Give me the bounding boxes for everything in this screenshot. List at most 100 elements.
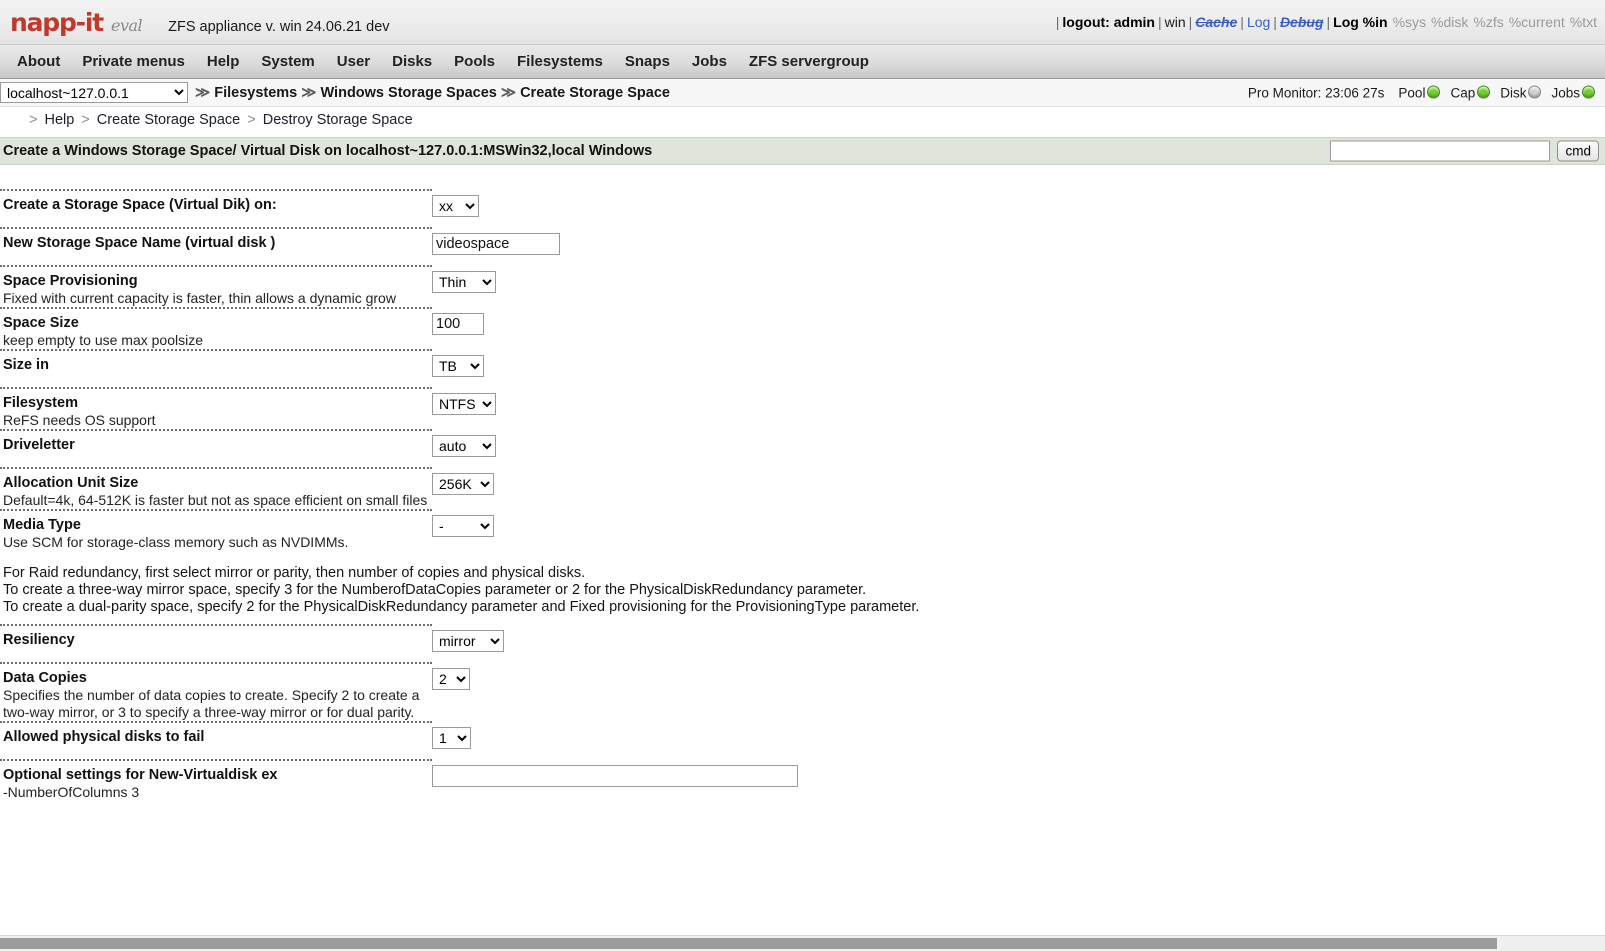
select-allocation-unit-size[interactable]: 4K64K256K512K <box>432 473 494 495</box>
form-row: FilesystemReFS needs OS supportNTFSReFS <box>0 387 1605 429</box>
form-row: Data Copies Specifies the number of data … <box>0 662 1605 721</box>
menu-item-system[interactable]: System <box>250 53 325 70</box>
select-media-type[interactable]: -SCMSSDHDD <box>432 515 494 537</box>
menu-item-help[interactable]: Help <box>196 53 251 70</box>
sub-breadcrumb-destroy-storage-space[interactable]: Destroy Storage Space <box>263 112 413 128</box>
main-menu-bar: About Private menus Help System User Disks Poo… <box>0 45 1605 79</box>
pipe-separator: | <box>1240 14 1244 30</box>
menu-item-filesystems[interactable]: Filesystems <box>506 53 614 70</box>
menu-item-disks[interactable]: Disks <box>381 53 443 70</box>
form-label: Space Size <box>3 315 79 331</box>
current-link[interactable]: %current <box>1509 14 1565 30</box>
form-row: Space Provisioning Fixed with current cap… <box>0 265 1605 307</box>
log-in-link[interactable]: Log %in <box>1333 14 1387 30</box>
disk-link[interactable]: %disk <box>1431 14 1468 30</box>
select-filesystem[interactable]: NTFSReFS <box>432 393 496 415</box>
status-led-icon <box>1427 85 1441 98</box>
txt-link[interactable]: %txt <box>1570 14 1597 30</box>
form-hint: Fixed with current capacity is faster, t… <box>3 290 396 306</box>
status-jobs[interactable]: Jobs <box>1551 85 1595 100</box>
input-space-size[interactable] <box>432 313 484 335</box>
form-hint: two-way mirror, or 3 to specify a three-… <box>3 704 415 720</box>
status-led-icon <box>1477 85 1491 98</box>
form-field-cell: xx <box>432 189 1605 217</box>
menu-item-user[interactable]: User <box>326 53 381 70</box>
select-size-in[interactable]: TBGBMB <box>432 355 484 377</box>
page-title: Create a Windows Storage Space/ Virtual … <box>3 143 653 159</box>
scrollbar-thumb[interactable] <box>0 938 1497 949</box>
form-field-cell: ThinFixed <box>432 265 1605 293</box>
log-link[interactable]: Log <box>1247 14 1270 30</box>
select-allowed-physical-disks-to-fail[interactable]: 12 <box>432 727 471 749</box>
sub-breadcrumb-separator: > <box>29 111 38 128</box>
status-label: Pool <box>1398 85 1426 100</box>
cmd-button[interactable]: cmd <box>1557 140 1599 162</box>
form-hint: ReFS needs OS support <box>3 412 156 428</box>
form-label-cell: Filesystem ReFS needs OS support <box>0 387 432 429</box>
logo-wrap: napp-it eval ZFS appliance v. win 24.06.… <box>0 8 390 37</box>
sub-breadcrumb-create-storage-space[interactable]: Create Storage Space <box>97 112 240 128</box>
note-line: To create a three-way mirror space, spec… <box>3 582 867 598</box>
status-led-icon <box>1582 85 1595 98</box>
form-row: Resiliency mirrorparitysimple <box>0 624 1605 662</box>
select-driveletter[interactable]: auto <box>432 435 496 457</box>
form-field-cell <box>432 307 1605 335</box>
menu-item-snaps[interactable]: Snaps <box>614 53 681 70</box>
status-cap[interactable]: Cap <box>1450 85 1491 100</box>
menu-item-private-menus[interactable]: Private menus <box>71 53 196 70</box>
horizontal-scrollbar[interactable] <box>0 935 1605 951</box>
status-label: Jobs <box>1551 85 1580 100</box>
input-new-storage-space-name-virtual-disk[interactable] <box>432 233 560 255</box>
breadcrumb-link-2[interactable]: Windows Storage Spaces <box>321 85 501 101</box>
form-label-cell: Resiliency <box>0 624 432 662</box>
menu-item-pools[interactable]: Pools <box>443 53 506 70</box>
cache-link[interactable]: Cache <box>1195 14 1237 30</box>
debug-link[interactable]: Debug <box>1280 14 1324 30</box>
logo-eval-badge: eval <box>110 15 143 35</box>
page-title-bar: Create a Windows Storage Space/ Virtual … <box>0 137 1605 165</box>
sub-breadcrumb-help[interactable]: Help <box>44 112 74 128</box>
input-optional-settings-for-new-virtualdisk-ex[interactable] <box>432 765 798 787</box>
zfs-link[interactable]: %zfs <box>1473 14 1503 30</box>
form-row: New Storage Space Name (virtual disk ) <box>0 227 1605 265</box>
breadcrumb-link-1[interactable]: Filesystems <box>214 85 301 101</box>
breadcrumb-arrow-icon: ≫ <box>195 84 215 101</box>
sys-link[interactable]: %sys <box>1393 14 1426 30</box>
cmd-controls: cmd <box>1330 140 1599 162</box>
pipe-separator: | <box>1157 14 1162 30</box>
form-field-cell: 123 <box>432 662 1605 690</box>
menu-item-jobs[interactable]: Jobs <box>681 53 738 70</box>
app-header: napp-it eval ZFS appliance v. win 24.06.… <box>0 0 1605 45</box>
create-storage-space-form: Create a Storage Space (Virtual Dik) on:… <box>0 165 1605 801</box>
form-label-cell: New Storage Space Name (virtual disk ) <box>0 227 432 265</box>
win-link[interactable]: win <box>1165 14 1186 30</box>
host-select[interactable]: localhost~127.0.0.1 <box>0 82 188 103</box>
form-label-cell: Data Copies Specifies the number of data … <box>0 662 432 721</box>
menu-item-zfs-servergroup[interactable]: ZFS servergroup <box>738 53 880 70</box>
select-resiliency[interactable]: mirrorparitysimple <box>432 630 504 652</box>
pipe-separator: | <box>1055 14 1060 30</box>
form-field-cell: 12 <box>432 721 1605 749</box>
form-label-cell: Allocation Unit Size Default=4k, 64-512K … <box>0 467 432 509</box>
cmd-input[interactable] <box>1330 140 1551 162</box>
note-line: To create a dual-parity space, specify 2… <box>3 599 920 615</box>
form-label: Create a Storage Space (Virtual Dik) on: <box>3 197 277 213</box>
form-label-cell: Media Type Use SCM for storage-class memo… <box>0 509 432 551</box>
status-pool[interactable]: Pool <box>1398 85 1441 100</box>
form-row: Driveletter auto <box>0 429 1605 467</box>
select-create-a-storage-space-virtual-dik-on[interactable]: xx <box>432 195 479 217</box>
form-field-cell: -SCMSSDHDD <box>432 509 1605 537</box>
pro-monitor-status: Pro Monitor: 23:06 27s Pool Cap Disk Jobs <box>1248 85 1595 100</box>
status-disk[interactable]: Disk <box>1500 85 1542 100</box>
menu-item-about[interactable]: About <box>6 53 71 70</box>
form-row: Size in TBGBMB <box>0 349 1605 387</box>
form-label-cell: Space Provisioning Fixed with current cap… <box>0 265 432 307</box>
logout-link[interactable]: logout: admin <box>1062 14 1155 30</box>
select-space-provisioning[interactable]: ThinFixed <box>432 271 496 293</box>
form-row: Create a Storage Space (Virtual Dik) on:… <box>0 189 1605 227</box>
select-data-copies[interactable]: 123 <box>432 668 470 690</box>
form-label: Allocation Unit Size <box>3 475 139 491</box>
breadcrumb-link-3[interactable]: Create Storage Space <box>520 85 670 101</box>
form-label: Space Provisioning <box>3 273 138 289</box>
pipe-separator: | <box>1188 14 1193 30</box>
